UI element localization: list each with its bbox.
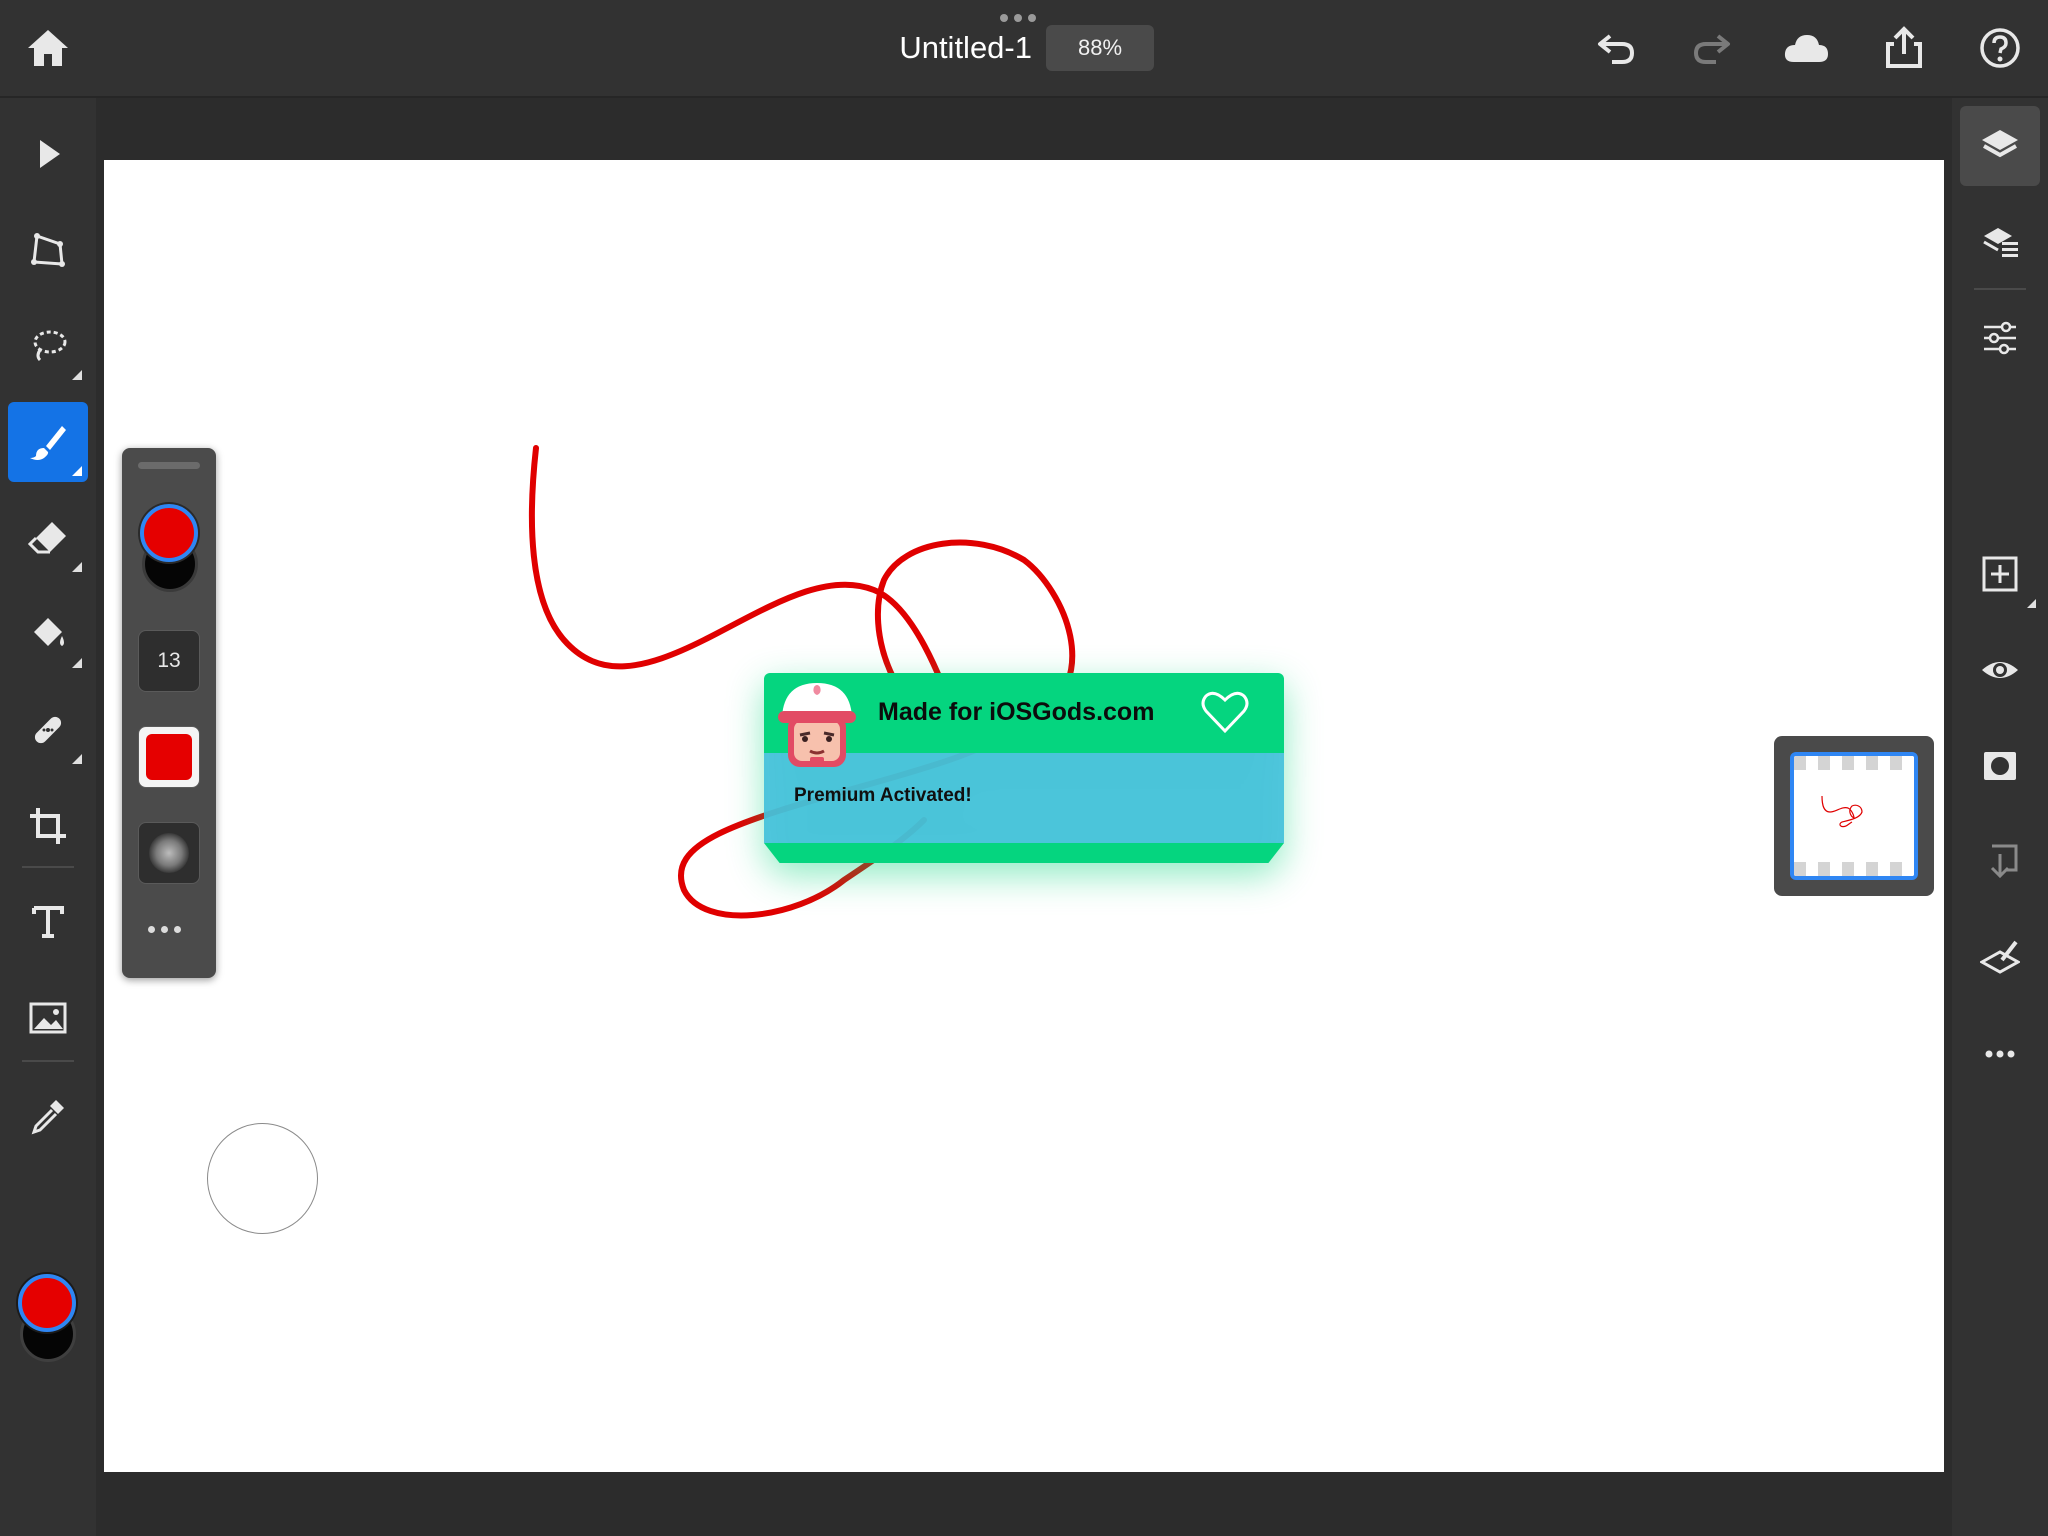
- layer-thumbnail[interactable]: [1790, 752, 1918, 880]
- color-chip: [146, 734, 192, 780]
- mask-button[interactable]: [1960, 726, 2040, 806]
- share-icon[interactable]: [1880, 24, 1928, 72]
- eyedropper-icon: [31, 1100, 64, 1135]
- adjustments-button[interactable]: [1960, 298, 2040, 378]
- heal-icon: [34, 716, 62, 744]
- cloud-icon[interactable]: [1782, 24, 1830, 72]
- brush-color-button[interactable]: [138, 726, 200, 788]
- document-title[interactable]: Untitled-1: [892, 28, 1032, 68]
- more-options-icon[interactable]: [148, 926, 181, 933]
- toast-title: Made for iOSGods.com: [878, 698, 1155, 726]
- promo-toast[interactable]: Made for iOSGods.com Premium Activated!: [764, 673, 1284, 863]
- zoom-level[interactable]: 88%: [1046, 25, 1154, 71]
- layer-properties-button[interactable]: [1960, 202, 2040, 282]
- window-grip[interactable]: [1000, 14, 1036, 22]
- crop-tool[interactable]: [8, 786, 88, 866]
- left-toolbar: [0, 98, 96, 1536]
- crop-icon: [30, 808, 66, 844]
- transparency-pattern: [1794, 862, 1914, 876]
- select-tool[interactable]: [8, 114, 88, 194]
- brush-hardness-button[interactable]: [138, 822, 200, 884]
- layer-thumbnail-panel: [1774, 736, 1934, 896]
- adjustments-icon: [1984, 321, 2016, 355]
- transparency-pattern: [1794, 756, 1914, 770]
- eyedropper-tool[interactable]: [8, 1076, 88, 1156]
- help-icon[interactable]: [1976, 24, 2024, 72]
- select-icon: [40, 140, 60, 168]
- heart-icon[interactable]: [1200, 687, 1250, 737]
- mascot-avatar-icon: [778, 683, 856, 767]
- brush-icon: [30, 426, 66, 460]
- top-toolbar: Untitled-1 88%: [0, 0, 2048, 98]
- mask-icon: [1984, 752, 2016, 780]
- more-icon: [1985, 1050, 2015, 1058]
- fill-tool[interactable]: [8, 594, 88, 674]
- soft-brush-icon: [149, 833, 189, 873]
- toast-footer: [764, 843, 1284, 863]
- panel-drag-handle[interactable]: [138, 462, 200, 469]
- right-toolbar: [1952, 98, 2048, 1536]
- redo-icon[interactable]: [1688, 24, 1736, 72]
- lasso-icon: [33, 330, 67, 362]
- layer-properties-icon: [1983, 228, 2018, 257]
- transform-icon: [31, 233, 65, 267]
- visibility-button[interactable]: [1960, 630, 2040, 710]
- brush-size-button[interactable]: 13: [138, 630, 200, 692]
- color-swatches[interactable]: [16, 1274, 80, 1364]
- brush-color-swatches[interactable]: [140, 504, 200, 604]
- toolbar-divider: [22, 866, 74, 868]
- brush-cursor: [207, 1123, 318, 1234]
- layers-button[interactable]: [1960, 106, 2040, 186]
- add-layer-icon: [1982, 556, 2018, 592]
- thumbnail-stroke: [1821, 795, 1863, 828]
- brush-settings-panel: 13: [122, 448, 216, 978]
- eraser-tool[interactable]: [8, 498, 88, 578]
- clear-layer-button[interactable]: [1960, 918, 2040, 998]
- home-icon[interactable]: [24, 24, 72, 72]
- brush-tool[interactable]: [8, 402, 88, 482]
- merge-down-icon: [1990, 844, 2018, 879]
- fill-icon: [34, 618, 64, 646]
- clear-layer-icon: [1980, 940, 2020, 974]
- image-icon: [29, 1002, 67, 1034]
- brush-primary-color[interactable]: [140, 504, 198, 562]
- text-icon: [32, 906, 64, 938]
- foreground-color-swatch[interactable]: [18, 1274, 76, 1332]
- transform-tool[interactable]: [8, 210, 88, 290]
- heal-tool[interactable]: [8, 690, 88, 770]
- undo-icon[interactable]: [1592, 24, 1640, 72]
- eraser-icon: [28, 522, 66, 554]
- toolbar-divider: [22, 1060, 74, 1062]
- text-tool[interactable]: [8, 882, 88, 962]
- add-layer-button[interactable]: [1960, 534, 2040, 614]
- toast-message: Premium Activated!: [794, 785, 972, 806]
- more-button[interactable]: [1960, 1014, 2040, 1094]
- image-tool[interactable]: [8, 978, 88, 1058]
- lasso-tool[interactable]: [8, 306, 88, 386]
- toolbar-divider: [1974, 288, 2026, 290]
- visibility-icon: [1982, 662, 2018, 678]
- merge-down-button[interactable]: [1960, 822, 2040, 902]
- layers-icon: [1982, 130, 2018, 158]
